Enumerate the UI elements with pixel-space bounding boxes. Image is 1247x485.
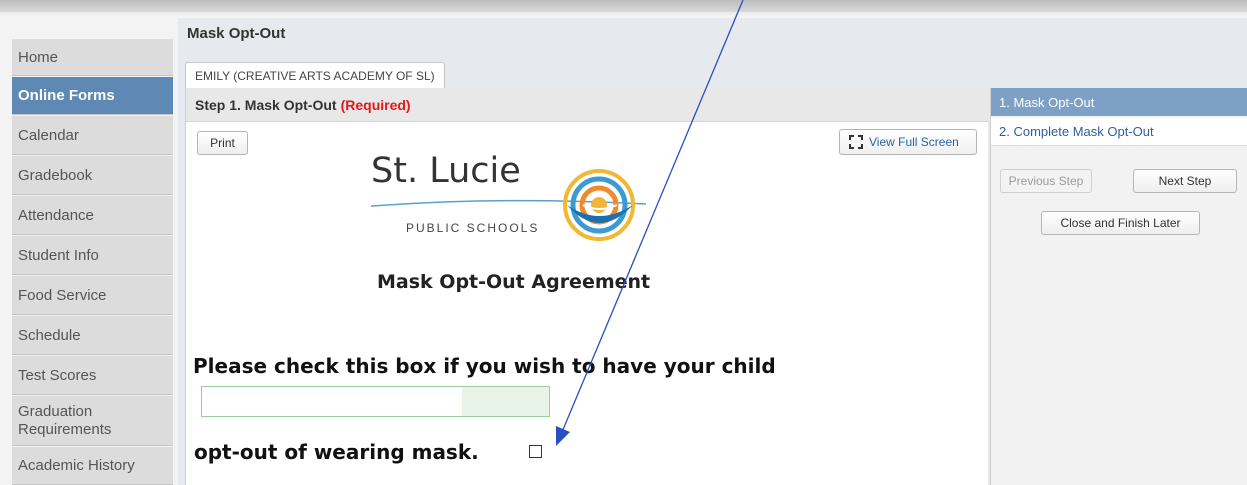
sidebar-item-schedule[interactable]: Schedule (12, 316, 173, 355)
close-finish-later-button[interactable]: Close and Finish Later (1041, 211, 1200, 235)
required-label: (Required) (340, 96, 411, 113)
screen: Home Online Forms Calendar Gradebook Att… (0, 0, 1247, 485)
sidebar-item-label: Schedule (18, 326, 81, 344)
sidebar-item-label: Gradebook (18, 166, 93, 184)
sidebar-item-label: Calendar (18, 126, 79, 144)
sidebar-item-label: Student Info (18, 246, 99, 264)
print-button[interactable]: Print (197, 131, 248, 155)
sidebar-item-graduation-requirements[interactable]: Graduation Requirements (12, 396, 173, 446)
step-item-complete-mask-opt-out[interactable]: 2. Complete Mask Opt-Out (991, 118, 1247, 146)
sidebar-item-label: Online Forms (18, 87, 115, 104)
sidebar-item-student-info[interactable]: Student Info (12, 236, 173, 275)
student-tab[interactable]: EMILY (CREATIVE ARTS ACADEMY OF SL) (185, 62, 445, 88)
optout-checkbox[interactable] (529, 445, 542, 458)
sidebar-item-online-forms[interactable]: Online Forms (12, 77, 173, 115)
optout-label: opt-out of wearing mask. (194, 440, 479, 464)
step-header: Step 1. Mask Opt-Out (Required) (186, 88, 989, 122)
sidebar-item-academic-history[interactable]: Academic History (12, 447, 173, 485)
sidebar-item-calendar[interactable]: Calendar (12, 116, 173, 155)
agreement-title: Mask Opt-Out Agreement (377, 271, 651, 293)
next-step-button[interactable]: Next Step (1133, 169, 1237, 193)
sidebar-item-label: Attendance (18, 206, 94, 224)
sidebar-item-label: Graduation (18, 402, 93, 420)
sidebar-item-gradebook[interactable]: Gradebook (12, 156, 173, 195)
sidebar-item-label: Requirements (18, 420, 112, 438)
instruction-text: Please check this box if you wish to hav… (193, 354, 776, 378)
main-panel: Mask Opt-Out EMILY (CREATIVE ARTS ACADEM… (178, 18, 1247, 485)
step-title: Step 1. Mask Opt-Out (195, 96, 337, 113)
fullscreen-label: View Full Screen (869, 135, 959, 149)
form-content: Step 1. Mask Opt-Out (Required) Print Vi… (185, 88, 989, 485)
sidebar-item-food-service[interactable]: Food Service (12, 276, 173, 315)
previous-step-button[interactable]: Previous Step (1000, 169, 1092, 193)
sidebar-item-attendance[interactable]: Attendance (12, 196, 173, 235)
school-logo: St. Lucie PUBLIC SCHOOLS (371, 141, 661, 251)
step-item-mask-opt-out[interactable]: 1. Mask Opt-Out (991, 88, 1247, 116)
text-input-field[interactable] (201, 386, 550, 417)
sidebar-nav: Home Online Forms Calendar Gradebook Att… (0, 18, 178, 485)
browser-top-bar (0, 0, 1247, 12)
logo-subtext: PUBLIC SCHOOLS (406, 221, 540, 235)
steps-panel: 1. Mask Opt-Out 2. Complete Mask Opt-Out… (990, 88, 1247, 485)
fullscreen-icon (849, 135, 863, 149)
sidebar-item-label: Home (18, 48, 59, 66)
page-title: Mask Opt-Out (187, 25, 286, 42)
sidebar-item-label: Academic History (18, 457, 135, 474)
sidebar-item-label: Test Scores (18, 366, 97, 384)
view-full-screen-button[interactable]: View Full Screen (839, 129, 977, 155)
sidebar-item-label: Food Service (18, 286, 107, 304)
sidebar-item-test-scores[interactable]: Test Scores (12, 356, 173, 395)
sidebar-item-home[interactable]: Home (12, 39, 173, 76)
